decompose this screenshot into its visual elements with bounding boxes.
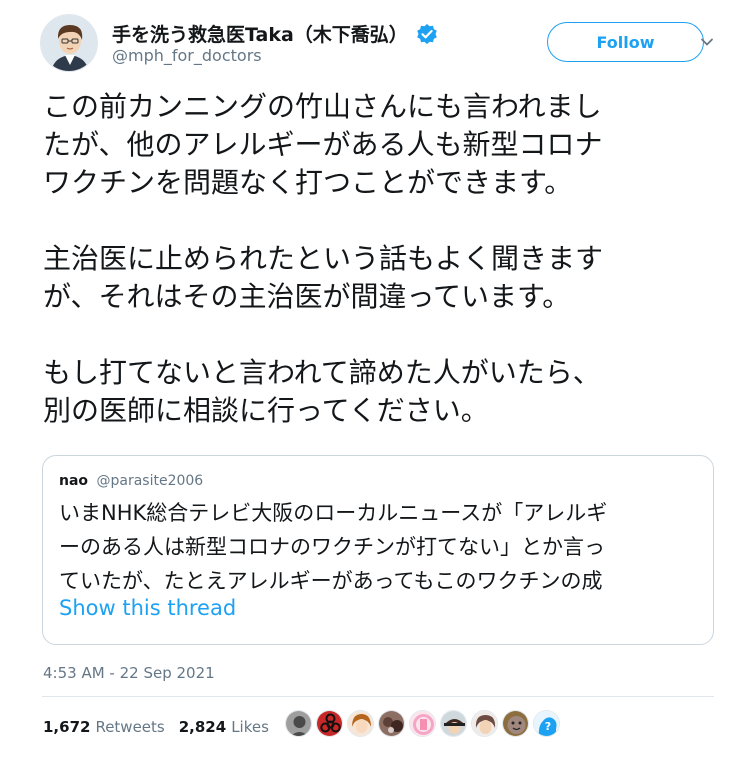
liker-avatar[interactable] xyxy=(378,710,405,737)
divider xyxy=(42,696,714,697)
likes-label[interactable]: Likes xyxy=(231,718,269,736)
show-thread-link[interactable]: Show this thread xyxy=(59,596,236,620)
liker-avatar[interactable] xyxy=(471,710,498,737)
follow-button[interactable]: Follow xyxy=(547,22,704,62)
liker-avatar[interactable] xyxy=(440,710,467,737)
likes-count[interactable]: 2,824 xyxy=(179,718,226,736)
author-display-name[interactable]: 手を洗う救急医Taka（木下喬弘） xyxy=(112,20,408,47)
quoted-tweet-text: いまNHK総合テレビ大阪のローカルニュースが「アレルギ ーのある人は新型コロナの… xyxy=(59,501,608,593)
author-avatar[interactable] xyxy=(40,14,98,72)
quoted-tweet-card[interactable]: nao @parasite2006 いまNHK総合テレビ大阪のローカルニュースが… xyxy=(42,455,714,645)
liker-avatar[interactable] xyxy=(502,710,529,737)
help-icon[interactable]: ? xyxy=(533,710,560,737)
tweet-paragraph: もし打てないと言われて諦めた人がいたら、 別の医師に相談に行ってください。 xyxy=(43,356,601,427)
chevron-down-icon[interactable] xyxy=(697,32,717,52)
tweet-paragraph: この前カンニングの竹山さんにも言われまし たが、他のアレルギーがある人も新型コロ… xyxy=(43,90,603,199)
tweet-header: 手を洗う救急医Taka（木下喬弘） @mph_for_doctors Follo… xyxy=(40,12,720,72)
tweet-timestamp[interactable]: 4:53 AM - 22 Sep 2021 xyxy=(43,664,215,682)
quoted-tweet-name: nao xyxy=(59,473,89,489)
liker-avatar[interactable] xyxy=(347,710,374,737)
liker-avatar[interactable] xyxy=(409,710,436,737)
retweets-label[interactable]: Retweets xyxy=(95,718,164,736)
biohazard-icon[interactable] xyxy=(316,710,343,737)
liker-avatars: ? xyxy=(285,710,560,737)
tweet-stats: 1,672 Retweets 2,824 Likes xyxy=(43,718,283,736)
svg-text:?: ? xyxy=(545,720,551,733)
liker-avatar[interactable] xyxy=(285,710,312,737)
quoted-tweet-author: nao @parasite2006 xyxy=(59,473,203,489)
verified-badge-icon xyxy=(416,23,438,45)
tweet-paragraph: 主治医に止められたという話もよく聞きます が、それはその主治医が間違っています。 xyxy=(43,242,604,313)
author-handle[interactable]: @mph_for_doctors xyxy=(112,46,262,65)
quoted-tweet-handle: @parasite2006 xyxy=(96,473,204,489)
name-row: 手を洗う救急医Taka（木下喬弘） xyxy=(112,20,438,47)
tweet-text: この前カンニングの竹山さんにも言われまし たが、他のアレルギーがある人も新型コロ… xyxy=(43,88,713,430)
retweets-count[interactable]: 1,672 xyxy=(43,718,90,736)
